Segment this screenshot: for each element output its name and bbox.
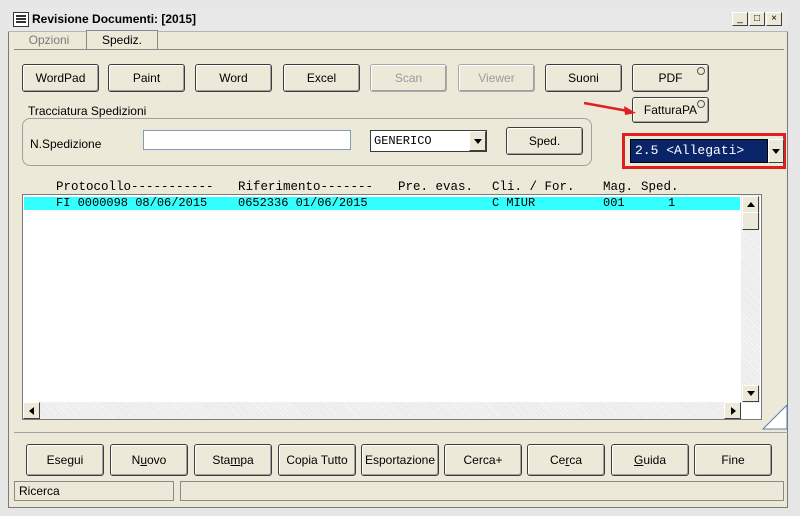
cerca-label-part: Ce (549, 453, 566, 467)
tab-spediz[interactable]: Spediz. (86, 30, 158, 50)
tracciatura-group-label: Tracciatura Spedizioni (28, 104, 147, 118)
resize-corner-icon[interactable] (762, 402, 788, 430)
cell-mag: 001 (603, 196, 625, 210)
column-header-pre-evas: Pre. evas. (398, 180, 474, 194)
fine-button[interactable]: Fine (694, 444, 772, 476)
fatturapa-button[interactable]: FatturaPA (632, 97, 709, 123)
stampa-mnemonic: m (230, 453, 241, 467)
scroll-right-icon[interactable] (724, 402, 741, 419)
minimize-icon[interactable]: _ (732, 12, 748, 26)
pdf-button[interactable]: PDF (632, 64, 709, 92)
cell-protocollo: FI 0000098 08/06/2015 (56, 196, 208, 210)
chevron-down-icon[interactable] (469, 131, 486, 151)
scan-button[interactable]: Scan (370, 64, 447, 92)
horizontal-scrollbar[interactable] (23, 402, 741, 419)
scroll-left-icon[interactable] (23, 402, 40, 419)
nuovo-label-part: N (131, 453, 141, 467)
viewer-button[interactable]: Viewer (458, 64, 535, 92)
esportazione-button[interactable]: Esportazione (361, 444, 439, 476)
cerca-button[interactable]: Cerca (527, 444, 605, 476)
guida-mnemonic: G (633, 453, 644, 467)
excel-button[interactable]: Excel (283, 64, 360, 92)
ring-icon (697, 100, 705, 108)
guida-label-part: uida (643, 453, 667, 467)
column-header-cli-for: Cli. / For. (492, 180, 575, 194)
guida-button[interactable]: Guida (611, 444, 689, 476)
suoni-button[interactable]: Suoni (545, 64, 622, 92)
word-button[interactable]: Word (195, 64, 272, 92)
stampa-button[interactable]: Stampa (194, 444, 272, 476)
version-select[interactable]: 2.5 <Allegati> (630, 139, 768, 163)
chevron-down-icon[interactable] (768, 139, 784, 163)
close-icon[interactable]: × (766, 12, 782, 26)
scroll-up-icon[interactable] (742, 196, 759, 213)
column-header-riferimento: Riferimento------- (238, 180, 374, 194)
annotation-arrow-icon (583, 101, 636, 115)
cerca-label-part: ca (569, 453, 583, 467)
pdf-button-label: PDF (658, 71, 683, 85)
cell-cli-for: C MIUR (492, 196, 536, 210)
sped-button[interactable]: Sped. (506, 127, 583, 155)
esegui-button[interactable]: Esegui (26, 444, 104, 476)
divider (14, 432, 788, 433)
column-header-protocollo: Protocollo----------- (56, 180, 214, 194)
wordpad-button[interactable]: WordPad (22, 64, 99, 92)
tab-opzioni[interactable]: Opzioni (14, 31, 84, 49)
scroll-down-icon[interactable] (742, 385, 759, 402)
cell-riferimento: 0652336 01/06/2015 (238, 196, 368, 210)
ring-icon (697, 67, 705, 75)
maximize-icon[interactable]: □ (749, 12, 765, 26)
window-title: Revisione Documenti: [2015] (32, 12, 197, 26)
spedizione-input[interactable] (143, 130, 351, 150)
column-header-sped: Sped. (641, 180, 679, 194)
stampa-label-part: Sta (212, 453, 231, 467)
status-left: Ricerca (14, 481, 174, 501)
cerca-plus-button[interactable]: Cerca+ (444, 444, 522, 476)
status-right (180, 481, 784, 501)
stampa-label-part: pa (240, 453, 254, 467)
column-header-mag: Mag. (603, 180, 634, 194)
copia-tutto-button[interactable]: Copia Tutto (278, 444, 356, 476)
paint-button[interactable]: Paint (108, 64, 185, 92)
nuovo-button[interactable]: Nuovo (110, 444, 188, 476)
nuovo-mnemonic: u (140, 453, 147, 467)
scroll-thumb[interactable] (742, 212, 759, 230)
document-app-icon (13, 12, 29, 27)
documents-list[interactable] (22, 194, 762, 420)
nuovo-label-part: ovo (147, 453, 167, 467)
fatturapa-button-label: FatturaPA (643, 103, 698, 117)
cell-sped: 1 (668, 196, 676, 210)
spedizione-label: N.Spedizione (30, 137, 102, 151)
